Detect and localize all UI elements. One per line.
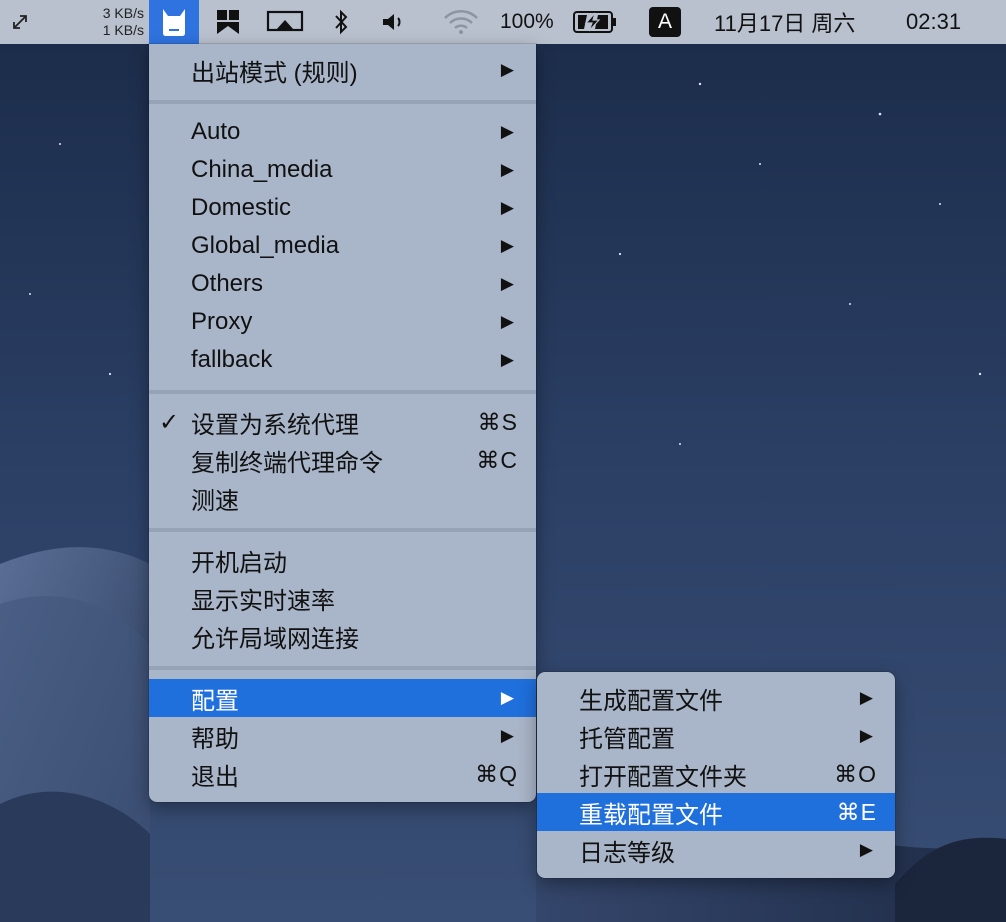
menu-item-allow-lan[interactable]: 允许局域网连接 (149, 617, 536, 655)
keyboard-shortcut: ⌘O (834, 760, 877, 787)
input-source-indicator[interactable]: A (648, 0, 682, 44)
bluetooth-icon[interactable] (326, 0, 356, 44)
menu-item-label: 托管配置 (579, 725, 675, 753)
menu-item-group-global-media[interactable]: Global_media ▶ (149, 227, 536, 265)
airplay-display-icon[interactable] (264, 0, 306, 44)
menu-item-label: China_media (191, 156, 333, 183)
menu-item-group-others[interactable]: Others ▶ (149, 265, 536, 303)
keyboard-shortcut: ⌘S (477, 408, 518, 435)
menu-item-label: Others (191, 270, 264, 297)
menu-separator (149, 100, 536, 104)
submenu-arrow-icon: ▶ (859, 688, 873, 707)
menu-item-show-realtime-speed[interactable]: 显示实时速率 (149, 579, 536, 617)
menu-item-speed-test[interactable]: 测速 (149, 479, 536, 517)
menu-item-label: Auto (191, 118, 241, 145)
menu-item-set-system-proxy[interactable]: ✓ 设置为系统代理 ⌘S (149, 403, 536, 441)
menu-item-label: Proxy (191, 308, 253, 335)
menu-item-label: 测速 (191, 487, 239, 515)
menu-item-label: fallback (191, 346, 273, 373)
battery-charging-icon[interactable] (570, 0, 622, 44)
battery-percentage[interactable]: 100% (500, 0, 568, 44)
menu-item-label: 日志等级 (579, 839, 675, 867)
menu-item-group-domestic[interactable]: Domestic ▶ (149, 189, 536, 227)
submenu-arrow-icon: ▶ (859, 726, 873, 745)
clashx-cat-icon[interactable] (149, 0, 199, 44)
menu-item-label: 设置为系统代理 (191, 411, 359, 439)
submenu-item-generate-config[interactable]: 生成配置文件 ▶ (537, 679, 895, 717)
menu-item-copy-terminal-command[interactable]: 复制终端代理命令 ⌘C (149, 441, 536, 479)
menu-item-label: 退出 (191, 763, 239, 791)
menu-item-group-proxy[interactable]: Proxy ▶ (149, 303, 536, 341)
menu-item-group-auto[interactable]: Auto ▶ (149, 113, 536, 151)
keyboard-shortcut: ⌘C (476, 446, 518, 473)
menu-item-label: 开机启动 (191, 549, 287, 577)
menu-item-label: Global_media (191, 232, 340, 259)
menu-item-label: 打开配置文件夹 (579, 763, 747, 791)
keyboard-shortcut: ⌘Q (475, 760, 518, 787)
upload-speed: 3 KB/s (102, 5, 144, 21)
menu-item-label: Domestic (191, 194, 292, 221)
submenu-arrow-icon: ▶ (500, 726, 514, 745)
submenu-arrow-icon: ▶ (500, 160, 514, 179)
volume-icon[interactable] (376, 0, 412, 44)
menu-bar: 3 KB/s 1 KB/s 100% A 11月17日 周六 02:31 (0, 0, 1006, 44)
submenu-arrow-icon: ▶ (859, 840, 873, 859)
menu-item-quit[interactable]: 退出 ⌘Q (149, 755, 536, 793)
menu-item-launch-at-login[interactable]: 开机启动 (149, 541, 536, 579)
menu-separator (149, 390, 536, 394)
submenu-item-open-config-folder[interactable]: 打开配置文件夹 ⌘O (537, 755, 895, 793)
download-speed: 1 KB/s (102, 22, 144, 38)
submenu-arrow-icon: ▶ (500, 236, 514, 255)
menu-item-label: 配置 (191, 687, 239, 715)
menu-separator (149, 528, 536, 532)
menu-item-label: 显示实时速率 (191, 587, 335, 615)
submenu-item-managed-config[interactable]: 托管配置 ▶ (537, 717, 895, 755)
submenu-arrow-icon: ▶ (500, 122, 514, 141)
config-submenu: 生成配置文件 ▶ 托管配置 ▶ 打开配置文件夹 ⌘O 重载配置文件 ⌘E 日志等… (537, 672, 895, 878)
menu-item-label: 出站模式 (规则) (191, 59, 358, 87)
submenu-arrow-icon: ▶ (500, 350, 514, 369)
clashx-dropdown-menu: 出站模式 (规则) ▶ Auto ▶ China_media ▶ Domesti… (149, 44, 536, 802)
menubar-clock[interactable]: 02:31 (906, 0, 986, 44)
menu-separator (149, 666, 536, 670)
submenu-item-reload-config[interactable]: 重载配置文件 ⌘E (537, 793, 895, 831)
network-speed-indicator[interactable]: 3 KB/s 1 KB/s (78, 0, 144, 44)
menu-item-label: 生成配置文件 (579, 687, 723, 715)
menu-item-label: 允许局域网连接 (191, 625, 359, 653)
checkmark-icon: ✓ (159, 408, 180, 436)
submenu-item-log-level[interactable]: 日志等级 ▶ (537, 831, 895, 869)
submenu-arrow-icon: ▶ (500, 274, 514, 293)
menu-item-config[interactable]: 配置 ▶ (149, 679, 536, 717)
submenu-arrow-icon: ▶ (500, 688, 514, 707)
menu-item-label: 复制终端代理命令 (191, 449, 383, 477)
menu-item-group-fallback[interactable]: fallback ▶ (149, 341, 536, 379)
submenu-arrow-icon: ▶ (500, 312, 514, 331)
menu-item-group-china-media[interactable]: China_media ▶ (149, 151, 536, 189)
submenu-arrow-icon: ▶ (500, 198, 514, 217)
wifi-icon[interactable] (438, 0, 484, 44)
menu-item-help[interactable]: 帮助 ▶ (149, 717, 536, 755)
menubar-date[interactable]: 11月17日 周六 (714, 0, 894, 44)
resize-arrows-icon[interactable] (4, 0, 36, 44)
menu-item-label: 帮助 (191, 725, 239, 753)
keyboard-shortcut: ⌘E (836, 798, 877, 825)
menu-item-outbound-mode[interactable]: 出站模式 (规则) ▶ (149, 51, 536, 89)
app-tray-icon[interactable] (210, 0, 246, 44)
input-source-letter: A (649, 7, 681, 37)
menu-item-label: 重载配置文件 (579, 801, 723, 829)
submenu-arrow-icon: ▶ (500, 60, 514, 79)
